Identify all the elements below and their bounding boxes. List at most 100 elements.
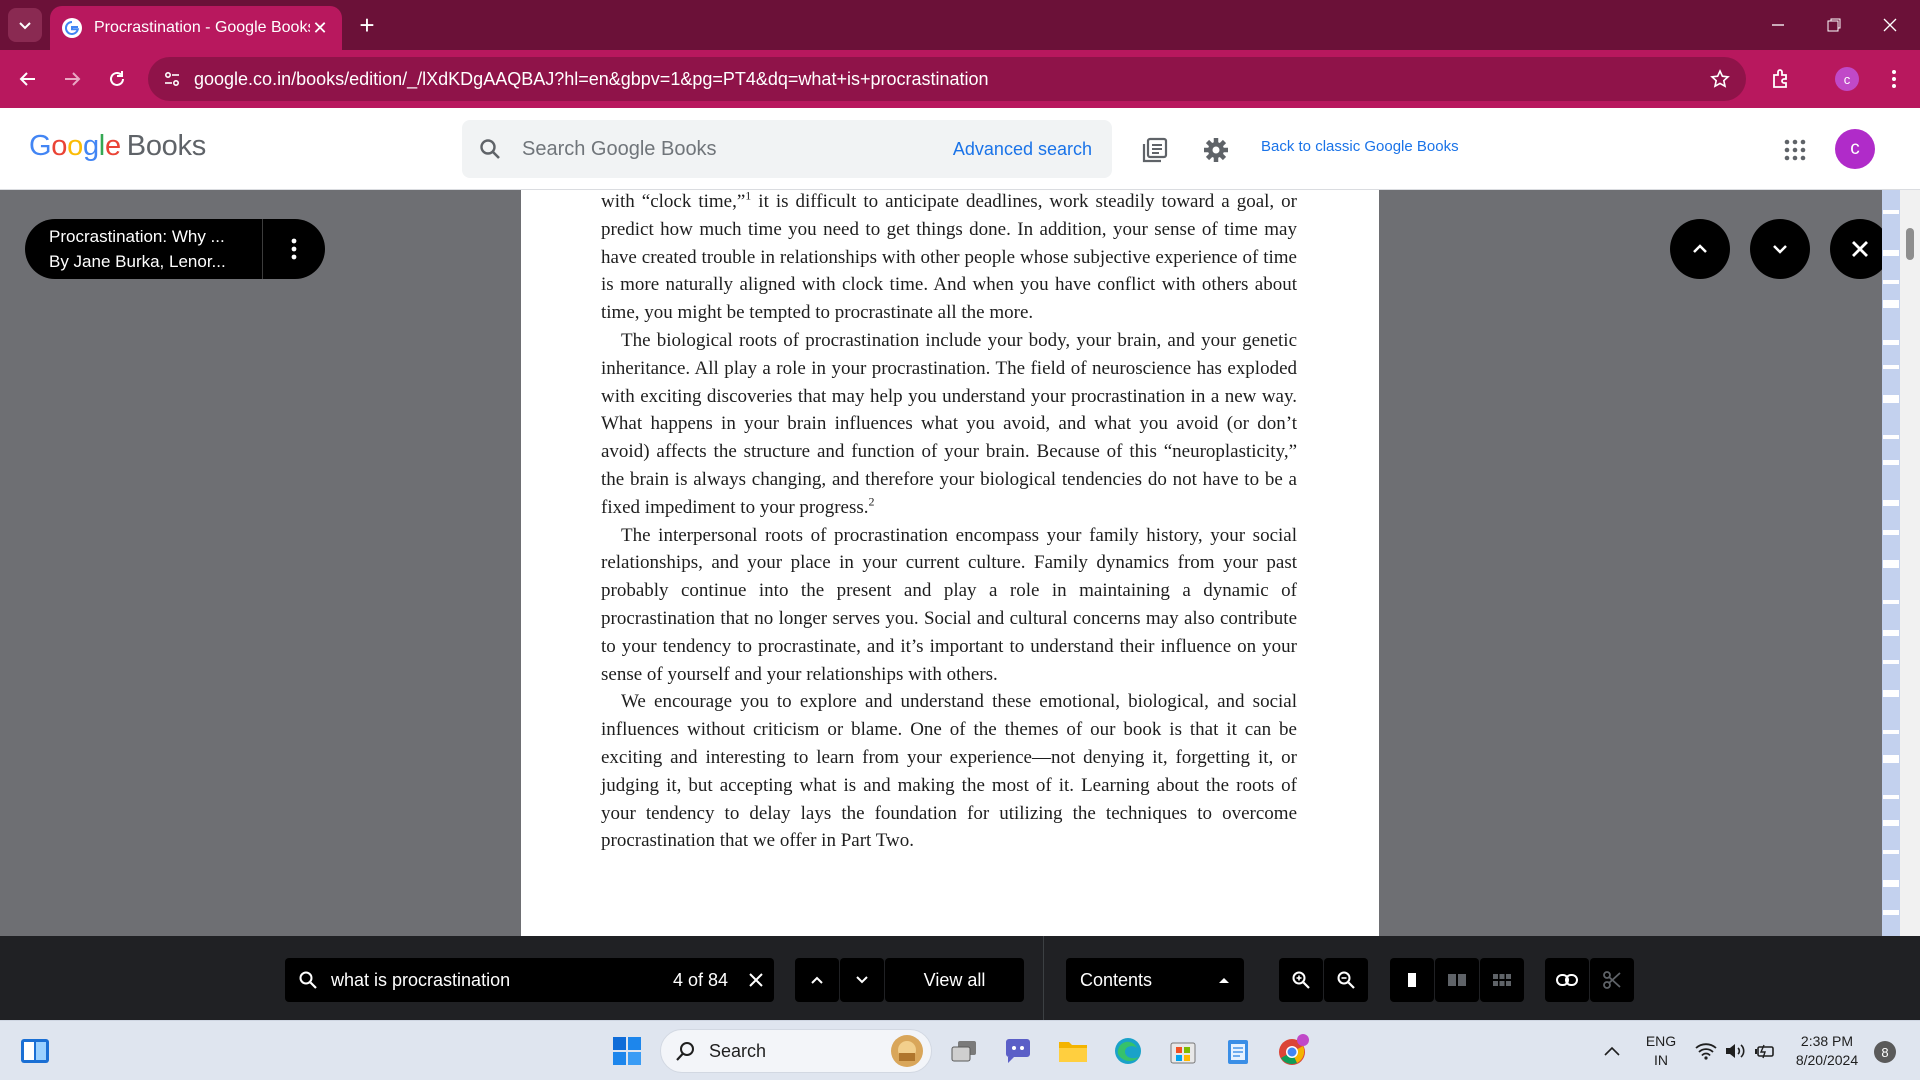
next-match-button[interactable] — [840, 958, 884, 1002]
close-viewer-button[interactable] — [1830, 219, 1890, 279]
zoom-out-button[interactable] — [1324, 958, 1368, 1002]
site-info-icon[interactable] — [160, 67, 184, 91]
hit-marker[interactable] — [1883, 820, 1899, 826]
google-books-logo[interactable]: Google Books — [29, 130, 206, 163]
footnote-ref[interactable]: 2 — [869, 494, 875, 508]
hit-marker[interactable] — [1883, 340, 1899, 345]
single-page-view-button[interactable] — [1390, 958, 1434, 1002]
chrome-taskbar-icon[interactable] — [1273, 1031, 1313, 1071]
hit-marker[interactable] — [1883, 210, 1899, 214]
minimize-button[interactable] — [1750, 0, 1806, 50]
text-run: The biological roots of procrastination … — [601, 329, 1297, 518]
google-apps-icon[interactable] — [1779, 134, 1811, 166]
close-window-button[interactable] — [1862, 0, 1918, 50]
hit-marker[interactable] — [1883, 755, 1899, 763]
forward-button[interactable] — [56, 63, 88, 95]
chevron-down-icon — [856, 976, 868, 984]
url-text[interactable]: google.co.in/books/edition/_/lXdKDgAAQBA… — [194, 69, 1706, 90]
paragraph: We encourage you to explore and understa… — [601, 691, 1297, 852]
clock[interactable]: 2:38 PM 8/20/2024 — [1788, 1032, 1866, 1070]
bookmark-star-icon[interactable] — [1706, 65, 1734, 93]
chevron-down-icon — [1773, 245, 1787, 254]
hit-marker[interactable] — [1883, 280, 1899, 284]
microsoft-store-icon[interactable] — [1163, 1031, 1203, 1071]
next-page-button[interactable] — [1750, 219, 1810, 279]
in-book-search[interactable]: what is procrastination 4 of 84 — [285, 958, 774, 1002]
page-scrollbar[interactable] — [1900, 190, 1920, 936]
hit-marker[interactable] — [1883, 600, 1899, 604]
hit-marker[interactable] — [1883, 850, 1899, 854]
hit-marker[interactable] — [1883, 365, 1899, 369]
notepad-icon[interactable] — [1218, 1031, 1258, 1071]
hit-marker[interactable] — [1883, 500, 1899, 506]
close-tab-icon[interactable]: ✕ — [310, 18, 330, 38]
previous-match-button[interactable] — [795, 958, 839, 1002]
file-explorer-icon[interactable] — [1053, 1031, 1093, 1071]
language-indicator[interactable]: ENG IN — [1643, 1032, 1679, 1070]
zoom-out-icon — [1337, 971, 1355, 989]
tab-google-books[interactable]: Procrastination - Google Books ✕ — [50, 6, 342, 50]
settings-gear-icon[interactable] — [1200, 134, 1232, 166]
hit-marker[interactable] — [1883, 250, 1899, 256]
tab-search-button[interactable] — [8, 8, 42, 42]
two-page-view-button[interactable] — [1435, 958, 1479, 1002]
account-avatar[interactable]: c — [1835, 129, 1875, 169]
extensions-button[interactable] — [1765, 63, 1797, 95]
hit-marker[interactable] — [1883, 395, 1899, 403]
browser-menu-button[interactable] — [1878, 63, 1910, 95]
restore-button[interactable] — [1806, 0, 1862, 50]
reload-icon — [110, 71, 124, 86]
back-button[interactable] — [12, 63, 44, 95]
browser-profile-avatar[interactable]: c — [1835, 67, 1859, 91]
chevron-up-icon — [1604, 1046, 1620, 1056]
hit-marker[interactable] — [1883, 435, 1899, 439]
contents-dropdown[interactable]: Contents — [1066, 958, 1244, 1002]
books-search-input[interactable] — [518, 137, 953, 161]
book-info-text[interactable]: Procrastination: Why ... By Jane Burka, … — [25, 224, 262, 274]
hit-marker[interactable] — [1883, 630, 1899, 636]
chevron-down-icon — [19, 22, 31, 30]
kebab-menu-icon — [1892, 70, 1896, 88]
hit-marker[interactable] — [1883, 690, 1899, 697]
book-options-button[interactable] — [263, 219, 325, 279]
thumbnail-view-button[interactable] — [1480, 958, 1524, 1002]
teams-chat-icon[interactable] — [998, 1031, 1038, 1071]
view-all-button[interactable]: View all — [885, 958, 1024, 1002]
hit-marker[interactable] — [1883, 880, 1899, 887]
wifi-icon[interactable] — [1692, 1031, 1720, 1071]
hit-marker[interactable] — [1883, 660, 1899, 664]
hit-marker[interactable] — [1883, 910, 1899, 915]
volume-icon[interactable] — [1721, 1031, 1749, 1071]
search-hit-track[interactable] — [1882, 190, 1900, 936]
hit-marker[interactable] — [1883, 730, 1899, 734]
back-to-classic-link[interactable]: Back to classic Google Books — [1261, 138, 1459, 155]
tab-title: Procrastination - Google Books — [94, 19, 310, 36]
my-library-icon[interactable] — [1139, 134, 1171, 166]
hit-marker[interactable] — [1883, 460, 1899, 465]
scrollbar-thumb[interactable] — [1906, 228, 1914, 260]
new-tab-button[interactable]: + — [352, 10, 382, 40]
show-hidden-icons[interactable] — [1596, 1031, 1628, 1071]
search-icon[interactable] — [462, 137, 518, 161]
in-book-search-query[interactable]: what is procrastination — [331, 970, 673, 991]
single-page-icon — [1408, 973, 1416, 987]
hit-marker[interactable] — [1883, 795, 1899, 799]
battery-icon[interactable] — [1750, 1031, 1778, 1071]
advanced-search-link[interactable]: Advanced search — [953, 139, 1092, 160]
copy-link-button[interactable] — [1545, 958, 1589, 1002]
hit-marker[interactable] — [1883, 300, 1899, 308]
omnibox[interactable]: google.co.in/books/edition/_/lXdKDgAAQBA… — [148, 57, 1746, 101]
taskbar-search[interactable]: Search — [660, 1029, 932, 1073]
zoom-in-button[interactable] — [1279, 958, 1323, 1002]
widgets-icon[interactable] — [15, 1031, 55, 1071]
hit-marker[interactable] — [1883, 530, 1899, 535]
clip-button[interactable] — [1590, 958, 1634, 1002]
task-view-icon[interactable] — [944, 1031, 984, 1071]
edge-icon[interactable] — [1108, 1031, 1148, 1071]
reload-button[interactable] — [101, 63, 133, 95]
hit-marker[interactable] — [1883, 560, 1899, 568]
clear-search-icon[interactable] — [738, 972, 774, 988]
previous-page-button[interactable] — [1670, 219, 1730, 279]
notification-count-badge[interactable]: 8 — [1874, 1041, 1896, 1063]
start-windows-icon[interactable] — [607, 1031, 647, 1071]
